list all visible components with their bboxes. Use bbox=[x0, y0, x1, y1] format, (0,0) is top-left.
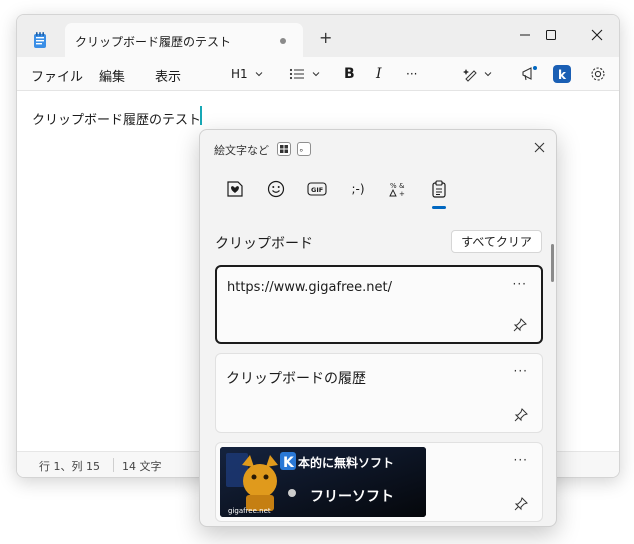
text-caret bbox=[200, 106, 202, 125]
clipboard-icon bbox=[432, 180, 446, 198]
tab-stickers[interactable] bbox=[221, 176, 249, 202]
heart-sticker-icon bbox=[227, 181, 243, 197]
editor-content[interactable]: クリップボード履歴のテスト bbox=[32, 109, 201, 128]
more-tools-button[interactable]: ··· bbox=[406, 65, 417, 83]
heading-dropdown[interactable]: H1 bbox=[231, 65, 264, 83]
account-avatar[interactable]: k bbox=[553, 65, 571, 83]
panel-title: 絵文字など bbox=[214, 144, 269, 157]
clipboard-item[interactable]: クリップボードの履歴 ··· bbox=[215, 353, 543, 433]
svg-text:gigafree.net: gigafree.net bbox=[228, 507, 271, 515]
tab-document[interactable]: クリップボード履歴のテスト bbox=[65, 23, 303, 57]
chevron-down-icon bbox=[255, 72, 263, 77]
gigafree-banner-image: K 本的に無料ソフト フリーソフト gigafree.net bbox=[220, 447, 426, 517]
notepad-app-icon bbox=[34, 32, 46, 48]
item-more-button[interactable]: ··· bbox=[513, 277, 527, 291]
minimize-icon bbox=[520, 34, 530, 36]
clipboard-item[interactable]: https://www.gigafree.net/ ··· bbox=[215, 265, 543, 344]
svg-text:+: + bbox=[399, 190, 405, 198]
character-count: 14 文字 bbox=[122, 460, 162, 473]
item-more-button[interactable]: ··· bbox=[514, 453, 528, 467]
list-dropdown[interactable] bbox=[289, 65, 321, 83]
tab-clipboard[interactable] bbox=[425, 176, 453, 202]
pin-icon[interactable] bbox=[513, 318, 527, 332]
megaphone-icon bbox=[522, 66, 537, 81]
smiley-icon bbox=[267, 180, 285, 198]
item-more-button[interactable]: ··· bbox=[514, 364, 528, 378]
title-bar: クリップボード履歴のテスト + bbox=[17, 15, 619, 57]
clipboard-item-text: https://www.gigafree.net/ bbox=[227, 280, 392, 295]
close-icon bbox=[534, 142, 544, 152]
svg-text:本的に無料ソフト: 本的に無料ソフト bbox=[298, 455, 394, 470]
close-icon bbox=[591, 29, 603, 41]
scrollbar-thumb[interactable] bbox=[551, 244, 554, 282]
user-avatar-icon: k bbox=[553, 65, 571, 83]
close-button[interactable] bbox=[577, 23, 617, 47]
heading-label: H1 bbox=[231, 67, 248, 81]
clipboard-item-text: クリップボードの履歴 bbox=[226, 371, 366, 387]
clear-all-button[interactable]: すべてクリア bbox=[451, 230, 542, 253]
period-key-hint: 。 bbox=[297, 142, 311, 156]
tab-title: クリップボード履歴のテスト bbox=[75, 35, 232, 49]
windows-logo-icon bbox=[280, 145, 288, 153]
settings-button[interactable] bbox=[590, 65, 606, 83]
chevron-down-icon bbox=[312, 72, 320, 77]
active-tab-indicator bbox=[432, 206, 446, 209]
svg-text:GIF: GIF bbox=[311, 186, 323, 194]
pin-icon[interactable] bbox=[514, 497, 528, 511]
svg-text:K: K bbox=[283, 455, 295, 471]
italic-button[interactable]: I bbox=[376, 65, 382, 83]
gif-icon: GIF bbox=[307, 182, 327, 196]
windows-key-icon bbox=[277, 142, 291, 156]
menu-edit[interactable]: 編集 bbox=[99, 66, 125, 85]
kaomoji-icon: ;-) bbox=[351, 182, 365, 196]
bulleted-list-icon bbox=[289, 68, 304, 80]
announcements-button[interactable] bbox=[520, 65, 538, 83]
panel-close-button[interactable] bbox=[530, 138, 548, 156]
clipboard-image-thumbnail: K 本的に無料ソフト フリーソフト gigafree.net bbox=[220, 447, 426, 517]
tab-emoji[interactable] bbox=[262, 176, 290, 202]
new-tab-button[interactable]: + bbox=[319, 30, 332, 46]
unsaved-dot-icon[interactable] bbox=[280, 38, 286, 44]
section-title: クリップボード bbox=[215, 236, 313, 252]
bold-button[interactable]: B bbox=[344, 65, 355, 83]
emoji-clipboard-panel: 絵文字など 。 GIF ;-) % & + クリップボード すべてクリア htt… bbox=[199, 129, 557, 527]
svg-text:k: k bbox=[558, 68, 567, 82]
menu-bar: ファイル 編集 表示 H1 B I ··· k bbox=[17, 57, 619, 91]
symbols-icon: % & + bbox=[389, 182, 405, 198]
gear-icon bbox=[591, 67, 605, 81]
ai-rewrite-button[interactable] bbox=[463, 65, 493, 83]
status-divider bbox=[113, 458, 114, 472]
svg-text:%: % bbox=[390, 182, 397, 190]
cursor-position: 行 1、列 15 bbox=[39, 460, 100, 473]
menu-view[interactable]: 表示 bbox=[155, 66, 181, 85]
tab-symbols[interactable]: % & + bbox=[384, 176, 412, 202]
pen-sparkle-icon bbox=[463, 69, 477, 82]
svg-text:フリーソフト: フリーソフト bbox=[310, 489, 394, 505]
chevron-down-icon bbox=[484, 72, 492, 77]
svg-text:&: & bbox=[399, 182, 405, 190]
pin-icon[interactable] bbox=[514, 408, 528, 422]
maximize-icon bbox=[546, 30, 556, 40]
tab-gif[interactable]: GIF bbox=[303, 176, 331, 202]
clipboard-item-image[interactable]: K 本的に無料ソフト フリーソフト gigafree.net ··· bbox=[215, 442, 543, 522]
tab-kaomoji[interactable]: ;-) bbox=[344, 176, 372, 202]
menu-file[interactable]: ファイル bbox=[31, 66, 83, 85]
maximize-button[interactable] bbox=[531, 23, 571, 47]
